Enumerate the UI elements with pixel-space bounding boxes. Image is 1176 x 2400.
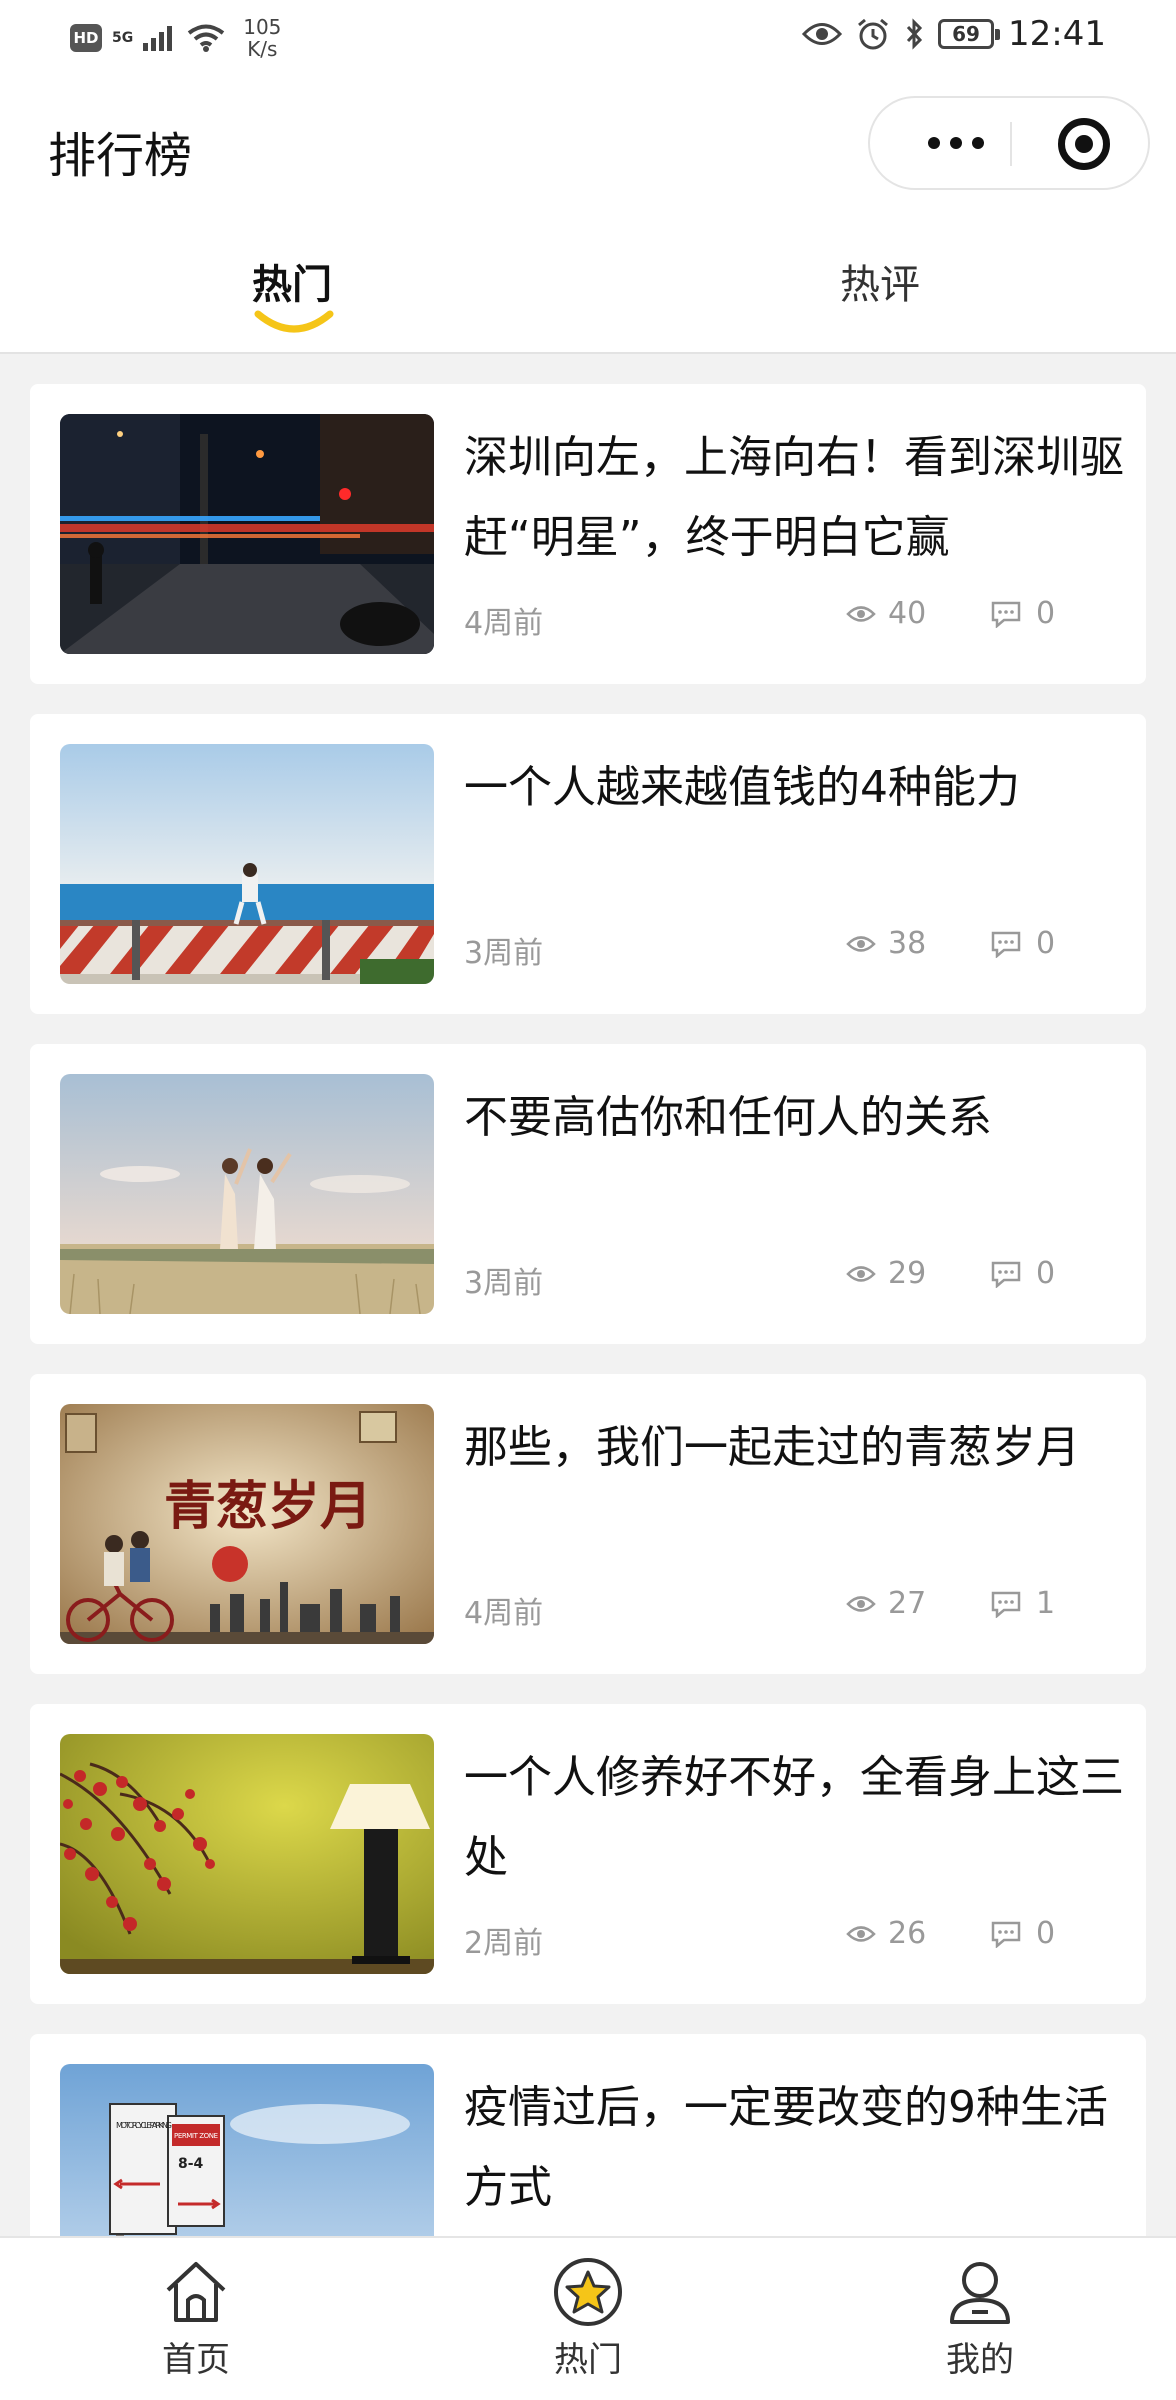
article-views: 27 [846, 1586, 926, 1621]
star-badge-icon [554, 2258, 622, 2326]
view-count: 40 [888, 596, 927, 631]
article-time: 3周前 [464, 1266, 544, 1301]
tabbar-item-mine[interactable]: 我的 [900, 2256, 1060, 2381]
tabbar-label-hot: 热门 [554, 2340, 622, 2380]
network-type: 5G [112, 30, 134, 46]
tabbar-label-home: 首页 [162, 2340, 230, 2380]
article-title: 疫情过后，一定要改变的9种生活方式 [464, 2082, 1108, 2213]
article-views: 29 [846, 1256, 926, 1291]
article-card[interactable]: 一个人修养好不好，全看身上这三处 2周前 26 0 [30, 1704, 1146, 2004]
miniprogram-capsule [868, 96, 1150, 190]
active-tab-indicator [254, 310, 334, 333]
article-comments: 0 [990, 926, 1055, 961]
eye-icon [846, 1925, 876, 1942]
view-count: 29 [888, 1256, 927, 1291]
article-list: 深圳向左，上海向右！看到深圳驱赶“明星”，终于明白它赢 4周前 40 0 一个人… [30, 384, 1146, 2364]
tabbar-item-home[interactable]: 首页 [116, 2256, 276, 2381]
article-views: 40 [846, 596, 926, 631]
article-time: 2周前 [464, 1926, 544, 1961]
title-bar: 排行榜 [0, 76, 1176, 212]
hd-badge: HD [70, 24, 102, 52]
article-thumbnail [60, 1734, 434, 1974]
sign-top-text: MOTORCYCLE PARKING [116, 2121, 172, 2130]
eye-icon [846, 1265, 876, 1282]
eye-icon [802, 23, 843, 45]
comment-icon [991, 1591, 1021, 1618]
battery-icon: 69 [938, 19, 1001, 49]
article-views: 38 [846, 926, 926, 961]
article-card[interactable]: 青葱岁月 那些，我们一起走过的青葱岁月 4周前 27 1 [30, 1374, 1146, 1674]
article-card[interactable]: 不要高估你和任何人的关系 3周前 29 0 [30, 1044, 1146, 1344]
article-title: 一个人修养好不好，全看身上这三处 [464, 1752, 1124, 1883]
home-icon [166, 2262, 226, 2322]
capsule-divider [1010, 122, 1012, 166]
eye-icon [846, 935, 876, 952]
comment-count: 0 [1036, 596, 1056, 631]
page-title: 排行榜 [48, 128, 193, 184]
wifi-icon [188, 24, 225, 52]
comment-icon [991, 1921, 1021, 1948]
close-miniprogram-button[interactable] [1058, 118, 1110, 170]
tabbar-item-hot[interactable]: 热门 [508, 2256, 668, 2381]
article-thumbnail [60, 1074, 434, 1314]
eye-icon [846, 605, 876, 622]
article-title: 一个人越来越值钱的4种能力 [464, 762, 1020, 813]
article-comments: 0 [990, 1916, 1055, 1951]
article-card[interactable]: 深圳向左，上海向右！看到深圳驱赶“明星”，终于明白它赢 4周前 40 0 [30, 384, 1146, 684]
tab-hot-comments[interactable]: 热评 [840, 252, 920, 310]
comment-count: 0 [1036, 1256, 1056, 1291]
user-icon [950, 2262, 1010, 2324]
article-time: 4周前 [464, 606, 544, 641]
status-right: 69 12:41 [802, 14, 1106, 54]
view-count: 26 [888, 1916, 927, 1951]
bluetooth-icon [906, 18, 923, 50]
comment-icon [991, 1261, 1021, 1288]
view-count: 27 [888, 1586, 927, 1621]
comment-count: 0 [1036, 1916, 1056, 1951]
sign-permit-text: PERMIT ZONE [174, 2132, 218, 2140]
article-thumbnail [60, 744, 434, 984]
bottom-tab-bar: 首页 热门 我的 [0, 2236, 1176, 2400]
article-time: 3周前 [464, 936, 544, 971]
comment-count: 1 [1036, 1586, 1056, 1621]
article-comments: 0 [990, 1256, 1055, 1291]
net-speed-unit: K/s [247, 37, 278, 61]
article-title: 不要高估你和任何人的关系 [464, 1092, 992, 1143]
article-time: 4周前 [464, 1596, 544, 1631]
article-views: 26 [846, 1916, 926, 1951]
tab-hot[interactable]: 热门 [252, 252, 332, 310]
status-left: HD 5G 105 K/s [70, 16, 281, 60]
article-thumbnail [60, 414, 434, 654]
article-card[interactable]: 一个人越来越值钱的4种能力 3周前 38 0 [30, 714, 1146, 1014]
comment-count: 0 [1036, 926, 1056, 961]
more-options-button[interactable] [906, 98, 1006, 188]
status-bar: HD 5G 105 K/s 69 12:41 [0, 0, 1176, 76]
article-title: 深圳向左，上海向右！看到深圳驱赶“明星”，终于明白它赢 [464, 432, 1124, 563]
article-comments: 0 [990, 596, 1055, 631]
article-comments: 1 [990, 1586, 1055, 1621]
comment-icon [991, 601, 1021, 628]
clock: 12:41 [1008, 14, 1106, 54]
article-thumbnail: 青葱岁月 [60, 1404, 434, 1644]
view-count: 38 [888, 926, 927, 961]
eye-icon [846, 1595, 876, 1612]
article-title: 那些，我们一起走过的青葱岁月 [464, 1422, 1080, 1473]
tab-bar-top: 热门 热评 [0, 212, 1176, 354]
signal-icon [143, 26, 173, 51]
tabbar-label-mine: 我的 [946, 2340, 1014, 2380]
comment-icon [991, 931, 1021, 958]
net-speed: 105 K/s [243, 16, 281, 60]
alarm-icon [858, 18, 888, 50]
sign-hours-text: 8-4 [178, 2156, 204, 2172]
net-speed-value: 105 [243, 15, 282, 39]
poster-title: 青葱岁月 [164, 1476, 372, 1537]
